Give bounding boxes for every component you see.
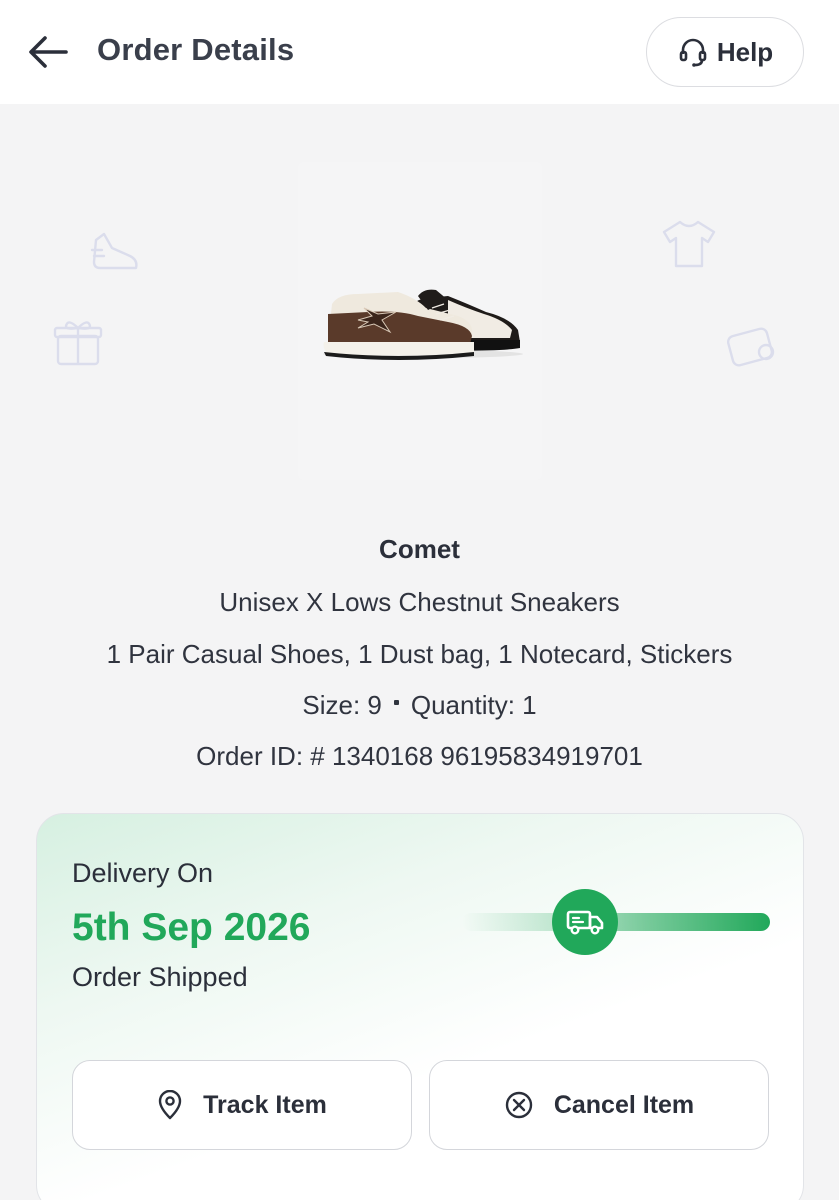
separator-dot <box>393 699 399 705</box>
order-status: Order Shipped <box>72 962 248 992</box>
product-name: Unisex X Lows Chestnut Sneakers <box>219 587 620 617</box>
product-brand: Comet <box>379 534 460 564</box>
gift-outline-icon <box>53 321 103 366</box>
cancel-circle-icon <box>505 1091 533 1119</box>
cancel-item-button[interactable]: Cancel Item <box>429 1060 769 1150</box>
package-contents: 1 Pair Casual Shoes, 1 Dust bag, 1 Notec… <box>106 639 733 669</box>
location-pin-icon <box>158 1090 182 1120</box>
headset-icon <box>679 38 707 67</box>
order-id: Order ID: # 1340168 96195834919701 <box>196 741 643 771</box>
help-button[interactable]: Help <box>646 17 804 87</box>
truck-icon <box>566 910 604 935</box>
delivery-date: 5th Sep 2026 <box>72 906 311 949</box>
cancel-item-label: Cancel Item <box>553 1090 695 1119</box>
sneaker-outline-icon <box>90 232 138 270</box>
sneaker-image <box>323 289 523 360</box>
quantity-value: Quantity: 1 <box>410 690 537 720</box>
app-header: Order Details Help <box>0 0 839 104</box>
wallet-outline-icon <box>726 327 775 367</box>
page-title: Order Details <box>97 32 295 67</box>
track-item-button[interactable]: Track Item <box>72 1060 412 1150</box>
product-image[interactable] <box>298 162 542 480</box>
tshirt-outline-icon <box>662 220 716 268</box>
progress-marker <box>552 889 618 955</box>
size-value: Size: 9 <box>302 690 382 720</box>
back-arrow-icon <box>29 36 68 68</box>
size-quantity-row: Size: 9 Quantity: 1 <box>0 690 839 721</box>
track-item-label: Track Item <box>203 1090 327 1119</box>
back-button[interactable] <box>26 30 70 74</box>
delivery-card: Delivery On 5th Sep 2026 Order Shipped T… <box>36 813 804 1200</box>
delivery-label: Delivery On <box>72 858 214 888</box>
help-label: Help <box>716 36 774 67</box>
